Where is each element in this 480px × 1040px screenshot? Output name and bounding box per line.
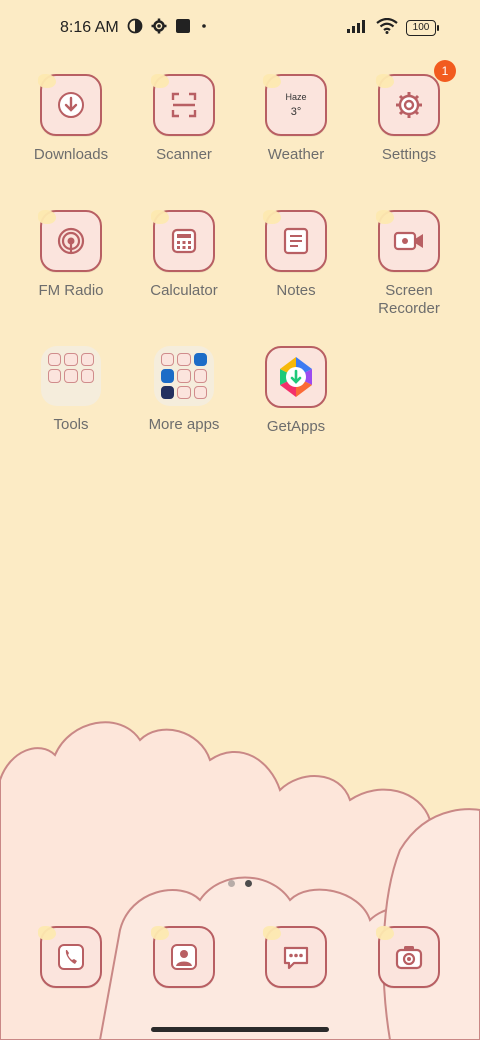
page-dot-active[interactable]	[245, 880, 252, 887]
status-time: 8:16 AM	[60, 19, 119, 36]
app-screen-recorder[interactable]: Screen Recorder	[353, 210, 465, 318]
dock-messages[interactable]	[240, 926, 352, 988]
dock-phone[interactable]	[15, 926, 127, 988]
app-calculator[interactable]: Calculator	[128, 210, 240, 300]
status-bar: 8:16 AM 100	[0, 0, 480, 56]
app-label: GetApps	[266, 418, 326, 435]
app-label: Scanner	[156, 146, 212, 163]
contacts-icon	[151, 926, 215, 988]
camera-icon	[376, 926, 440, 988]
phone-icon	[38, 926, 102, 988]
app-label: Screen Recorder	[378, 282, 440, 317]
messages-icon	[263, 926, 327, 988]
notes-icon	[263, 210, 327, 272]
folder-icon	[41, 346, 101, 406]
gesture-navigation-bar[interactable]	[151, 1027, 329, 1032]
page-dot[interactable]	[228, 880, 235, 887]
gear-icon	[151, 18, 167, 39]
weather-temp: 3°	[290, 106, 302, 118]
folder-icon	[154, 346, 214, 406]
app-getapps[interactable]: GetApps	[240, 346, 352, 436]
app-label: Downloads	[33, 146, 109, 163]
app-label: Settings	[381, 146, 437, 163]
radio-icon	[38, 210, 102, 272]
download-icon	[38, 74, 102, 136]
page-indicator[interactable]	[0, 880, 480, 887]
folder-tools[interactable]: Tools	[15, 346, 127, 434]
gear-icon: 1	[376, 60, 456, 136]
app-weather[interactable]: Haze 3° Weather	[240, 74, 352, 164]
dock	[0, 926, 480, 988]
scanner-icon	[151, 74, 215, 136]
theme-icon	[127, 18, 143, 39]
weather-icon: Haze 3°	[263, 74, 327, 136]
notification-badge: 1	[434, 60, 456, 82]
app-label: Notes	[276, 282, 316, 299]
app-label: FM Radio	[38, 282, 104, 299]
battery-icon: 100	[406, 20, 439, 36]
clouds-wallpaper-art	[0, 721, 480, 1040]
weather-condition: Haze	[285, 92, 307, 102]
app-label: Weather	[267, 146, 325, 163]
square-icon	[175, 18, 191, 39]
folder-more-apps[interactable]: More apps	[128, 346, 240, 434]
app-label: Calculator	[150, 282, 218, 299]
app-label: More apps	[148, 416, 220, 433]
signal-icon	[346, 18, 368, 39]
app-label: Tools	[53, 416, 89, 433]
getapps-icon	[265, 346, 327, 408]
dock-contacts[interactable]	[128, 926, 240, 988]
app-downloads[interactable]: Downloads	[15, 74, 127, 164]
app-settings[interactable]: 1 Settings	[353, 60, 465, 164]
app-scanner[interactable]: Scanner	[128, 74, 240, 164]
calculator-icon	[151, 210, 215, 272]
app-notes[interactable]: Notes	[240, 210, 352, 300]
video-camera-icon	[376, 210, 440, 272]
dock-camera[interactable]	[353, 926, 465, 988]
app-fm-radio[interactable]: FM Radio	[15, 210, 127, 300]
dot-icon	[199, 18, 209, 39]
wifi-icon	[376, 17, 398, 39]
